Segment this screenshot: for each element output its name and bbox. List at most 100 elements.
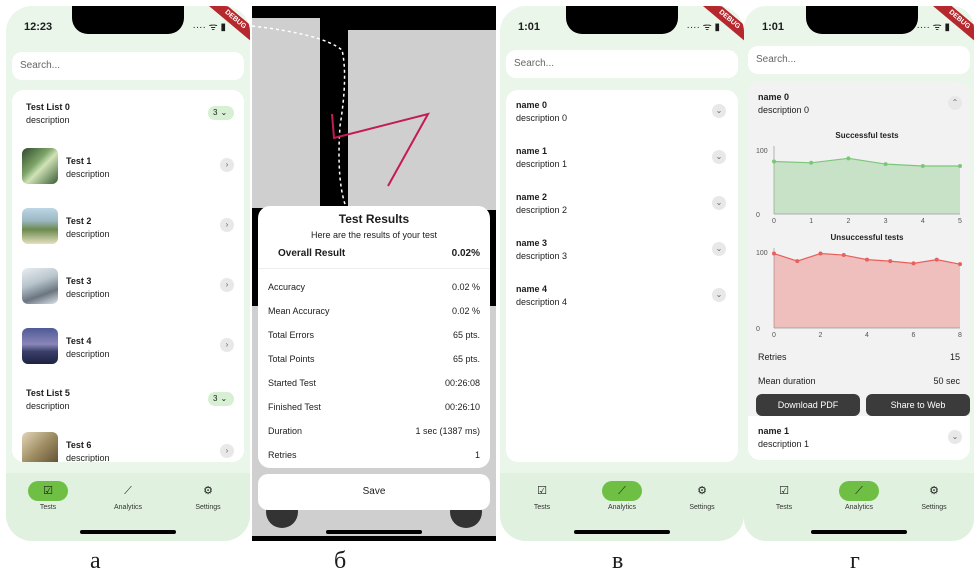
data-point — [818, 251, 823, 256]
x-tick-label: 2 — [846, 218, 850, 225]
data-point — [958, 164, 962, 168]
status-icons: ···· ᯤ ▮ — [192, 22, 226, 33]
data-point — [958, 262, 962, 267]
row-label: Mean Accuracy — [268, 306, 330, 316]
chevron-right-icon[interactable]: › — [220, 444, 234, 458]
y-tick-label: 0 — [756, 212, 760, 219]
save-button[interactable]: Save — [258, 474, 490, 510]
tests-icon: ☑ — [28, 481, 68, 501]
item-desc: description — [66, 229, 110, 239]
chevron-down-icon[interactable]: ⌄ — [712, 150, 726, 164]
nav-settings[interactable]: ⚙ Settings — [662, 481, 742, 511]
list-item[interactable]: Test 1 description — [66, 156, 110, 179]
x-tick-label: 5 — [958, 218, 962, 225]
x-tick-label: 0 — [772, 332, 776, 339]
bottom-nav: ☑ Tests ⟋ Analytics ⚙ Settings — [6, 473, 250, 541]
list-item[interactable]: name 1 description 1 — [758, 426, 809, 449]
nav-tests[interactable]: ☑ Tests — [502, 481, 582, 511]
chevron-right-icon[interactable]: › — [220, 158, 234, 172]
search-input[interactable]: Search... — [12, 52, 244, 80]
search-input[interactable]: Search... — [748, 46, 970, 74]
result-row: Total Points 65 pts. — [268, 354, 480, 364]
data-point — [772, 251, 776, 256]
analytics-icon: ⟋ — [839, 481, 879, 501]
result-row: Total Errors 65 pts. — [268, 330, 480, 340]
list-item[interactable]: name 0 description 0 — [516, 100, 567, 123]
nav-tests[interactable]: ☑ Tests — [744, 481, 824, 511]
item-title: name 1 — [516, 146, 548, 156]
group-header[interactable]: Test List 0 description — [26, 102, 70, 125]
group-header[interactable]: Test List 5 description — [26, 388, 70, 411]
phone-a: 12:23 ···· ᯤ ▮ DEBUG Search... Test List… — [6, 6, 250, 541]
nav-label: Tests — [39, 504, 57, 511]
thumbnail-image — [22, 148, 58, 184]
list-item[interactable]: name 2 description 2 — [516, 192, 567, 215]
chevron-right-icon[interactable]: › — [220, 278, 234, 292]
list-item[interactable]: Test 6 description — [66, 440, 110, 462]
result-row: Mean Accuracy 0.02 % — [268, 306, 480, 316]
chevron-down-icon[interactable]: ⌄ — [712, 288, 726, 302]
item-desc: description 0 — [758, 105, 810, 115]
status-icons: ···· ᯤ ▮ — [916, 22, 950, 33]
count-badge[interactable]: 3 ⌄ — [208, 106, 234, 120]
nav-analytics[interactable]: ⟋ Analytics — [582, 481, 662, 511]
count-badge[interactable]: 3 ⌄ — [208, 392, 234, 406]
list-item[interactable]: Test 3 description — [66, 276, 110, 299]
nav-settings[interactable]: ⚙ Settings — [168, 481, 248, 511]
list-item[interactable]: Test 2 description — [66, 216, 110, 239]
chevron-down-icon[interactable]: ⌄ — [948, 430, 962, 444]
y-tick-label: 0 — [756, 326, 760, 333]
chevron-up-icon[interactable]: ⌃ — [948, 96, 962, 110]
tests-icon: ☑ — [779, 485, 789, 497]
data-point — [809, 160, 814, 165]
list-item[interactable]: name 3 description 3 — [516, 238, 567, 261]
search-input[interactable]: Search... — [506, 50, 738, 78]
chevron-right-icon[interactable]: › — [220, 338, 234, 352]
thumbnail-image — [22, 432, 58, 462]
nav-label: Tests — [775, 504, 793, 511]
nav-analytics[interactable]: ⟋ Analytics — [819, 481, 899, 511]
list-item[interactable]: Test 4 description — [66, 336, 110, 359]
list-item[interactable]: name 4 description 4 — [516, 284, 567, 307]
dialog-title: Test Results — [338, 212, 410, 226]
nav-tests[interactable]: ☑ Tests — [8, 481, 88, 511]
status-time: 1:01 — [518, 21, 541, 33]
row-label: Started Test — [268, 378, 316, 388]
data-point — [934, 257, 939, 262]
x-tick-label: 1 — [809, 218, 813, 225]
row-value: 65 pts. — [452, 354, 480, 364]
group-title: Test List 5 — [26, 388, 70, 398]
analytics-card: name 0 description 0 ⌃ Successful tests 0 1… — [748, 82, 970, 460]
item-title: name 4 — [516, 284, 548, 294]
nav-settings[interactable]: ⚙ Settings — [894, 481, 974, 511]
row-label: Duration — [268, 426, 303, 436]
thumbnail-image — [22, 208, 58, 244]
chevron-down-icon[interactable]: ⌄ — [712, 104, 726, 118]
badge-count: 3 — [213, 394, 218, 403]
data-point — [883, 162, 888, 167]
status-time: 12:23 — [24, 21, 53, 33]
chevron-right-icon[interactable]: › — [220, 218, 234, 232]
row-label: Total Errors — [268, 330, 315, 340]
test-list-card: Test List 0 description 3 ⌄ Test 1 descrip… — [12, 90, 244, 462]
gear-icon: ⚙ — [697, 485, 707, 497]
successful-tests-chart: Successful tests 0 100 0 1 2 3 4 5 — [756, 131, 962, 225]
phone-d: 1:01 ···· ᯤ ▮ DEBUG Search... name 0 desc… — [744, 6, 974, 541]
divider — [258, 268, 490, 269]
data-point — [772, 159, 776, 164]
download-pdf-button[interactable]: Download PDF — [756, 394, 860, 416]
nav-analytics[interactable]: ⟋ Analytics — [88, 481, 168, 511]
row-label: Retries — [268, 450, 297, 460]
home-indicator — [811, 530, 907, 534]
x-tick-label: 2 — [819, 332, 823, 339]
mean-duration-label: Mean duration — [758, 376, 816, 386]
list-item[interactable]: name 1 description 1 — [516, 146, 567, 169]
item-desc: description 2 — [516, 205, 568, 215]
row-label: Finished Test — [268, 402, 321, 412]
list-item-expanded[interactable]: name 0 description 0 — [758, 92, 809, 115]
share-to-web-button[interactable]: Share to Web — [866, 394, 970, 416]
chevron-down-icon[interactable]: ⌄ — [712, 242, 726, 256]
results-dialog: Test Results Here are the results of you… — [258, 206, 490, 468]
item-desc: description 1 — [516, 159, 568, 169]
chevron-down-icon[interactable]: ⌄ — [712, 196, 726, 210]
